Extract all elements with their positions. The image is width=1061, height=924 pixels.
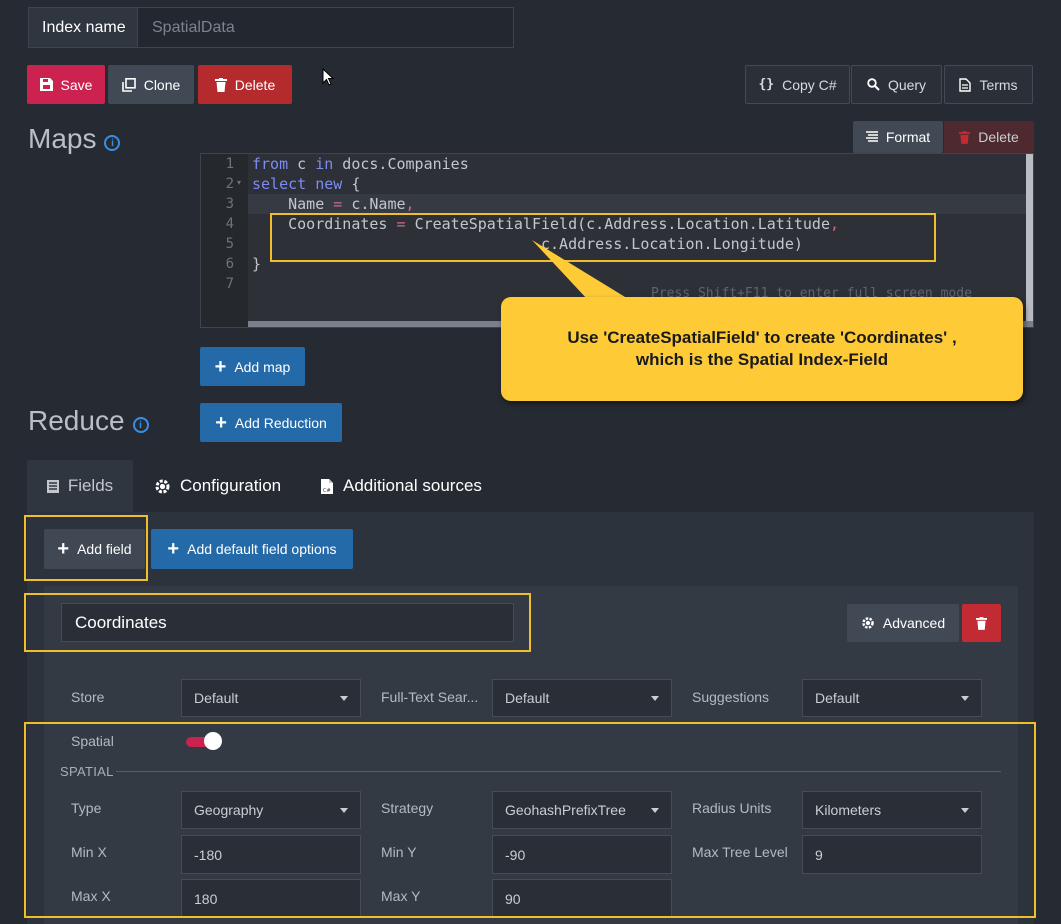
line-number: 7: [225, 276, 234, 292]
svg-text:C#: C#: [323, 488, 331, 494]
code-token: c: [288, 155, 316, 173]
line-number: 3: [225, 196, 234, 212]
add-default-field-options-button[interactable]: + Add default field options: [151, 529, 353, 569]
reduce-title: Reduce: [28, 405, 125, 436]
copy-csharp-button[interactable]: {} Copy C#: [745, 65, 850, 104]
document-icon: [959, 77, 972, 92]
keyword: from: [252, 155, 289, 173]
chevron-down-icon: [651, 695, 659, 701]
line-number: 4: [225, 216, 234, 232]
suggestions-value: Default: [815, 690, 860, 706]
code-token: Name: [252, 195, 325, 213]
keyword: select new: [252, 175, 343, 193]
add-default-label: Add default field options: [187, 541, 337, 557]
query-button[interactable]: Query: [851, 65, 942, 104]
index-name-input[interactable]: SpatialData: [137, 7, 514, 48]
search-icon: [867, 78, 880, 91]
tab-additional-sources[interactable]: C# Additional sources: [320, 460, 482, 512]
remove-field-button[interactable]: [962, 604, 1001, 642]
advanced-button[interactable]: Advanced: [847, 604, 959, 642]
code-token: c.Name: [351, 195, 406, 213]
trash-icon: [976, 616, 987, 630]
delete-map-label: Delete: [978, 129, 1019, 145]
callout-line-1: Use 'CreateSpatialField' to create 'Coor…: [567, 328, 957, 347]
code-token: {: [342, 175, 361, 193]
line-number: 6: [225, 256, 234, 272]
delete-map-button[interactable]: Delete: [944, 121, 1034, 153]
clone-button[interactable]: Clone: [108, 65, 194, 104]
store-label: Store: [71, 689, 105, 705]
reduce-section-title: Reduce i: [28, 405, 149, 437]
query-label: Query: [887, 76, 927, 93]
store-select[interactable]: Default: [181, 679, 361, 717]
format-icon: [865, 131, 878, 142]
terms-label: Terms: [979, 76, 1018, 93]
spatial-highlight-box: [24, 722, 1036, 918]
maps-title: Maps: [28, 123, 97, 154]
suggestions-select[interactable]: Default: [802, 679, 982, 717]
clone-label: Clone: [143, 76, 181, 93]
line-number: 1: [225, 156, 234, 172]
code-line-1: from c in docs.Companies: [252, 154, 839, 174]
info-icon[interactable]: i: [132, 417, 149, 433]
info-icon[interactable]: i: [104, 135, 121, 151]
line-number: 5: [225, 236, 234, 252]
add-map-label: Add map: [234, 358, 291, 375]
delete-label: Delete: [234, 76, 276, 93]
vertical-scrollbar[interactable]: [1026, 154, 1033, 321]
tab-configuration-label: Configuration: [180, 476, 282, 495]
chevron-down-icon: [340, 695, 348, 701]
tab-fields-label: Fields: [67, 476, 114, 495]
gear-icon: [155, 479, 170, 493]
plus-icon: +: [214, 355, 227, 378]
add-reduction-button[interactable]: + Add Reduction: [200, 403, 342, 442]
plus-icon: +: [215, 411, 227, 434]
add-map-button[interactable]: + Add map: [200, 347, 305, 386]
floppy-icon: [39, 78, 53, 91]
delete-index-button[interactable]: Delete: [198, 65, 292, 104]
callout-box: Use 'CreateSpatialField' to create 'Coor…: [501, 297, 1023, 401]
code-line-3: Name = c.Name,: [252, 194, 839, 214]
braces-icon: {}: [758, 77, 775, 92]
operator: =: [324, 195, 352, 213]
keyword: in: [315, 155, 334, 173]
save-label: Save: [60, 76, 93, 93]
save-button[interactable]: Save: [27, 65, 105, 104]
suggestions-label: Suggestions: [692, 689, 770, 705]
chevron-down-icon: [961, 695, 969, 701]
add-field-highlight-box: [24, 515, 148, 581]
tab-configuration[interactable]: Configuration: [154, 460, 281, 512]
format-button[interactable]: Format: [853, 121, 943, 153]
trash-icon: [959, 130, 971, 144]
maps-section-title: Maps i: [28, 123, 121, 155]
plus-icon: +: [167, 538, 180, 560]
operator: ,: [405, 195, 415, 213]
tab-sources-label: Additional sources: [343, 476, 482, 495]
callout-line-2: which is the Spatial Index-Field: [635, 350, 889, 369]
mouse-cursor-icon: [322, 68, 334, 86]
advanced-label: Advanced: [882, 615, 946, 631]
full-text-search-label: Full-Text Sear...: [381, 689, 479, 705]
terms-button[interactable]: Terms: [944, 65, 1033, 104]
callout-pointer: [532, 240, 630, 300]
clone-icon: [121, 77, 136, 92]
csharp-file-icon: C#: [321, 478, 333, 494]
format-label: Format: [885, 129, 931, 145]
gear-icon: [862, 617, 874, 629]
list-icon: [46, 479, 59, 493]
store-value: Default: [194, 690, 239, 706]
field-name-highlight-box: [24, 593, 531, 652]
tab-fields[interactable]: Fields: [27, 460, 133, 512]
add-reduction-label: Add Reduction: [234, 414, 327, 431]
fts-value: Default: [505, 690, 550, 706]
fold-caret-icon[interactable]: ▾: [237, 178, 241, 187]
copy-label: Copy C#: [782, 76, 837, 93]
index-name-label: Index name: [28, 7, 138, 48]
code-token: docs.Companies: [333, 155, 469, 173]
trash-icon: [214, 77, 227, 92]
code-line-2: select new {: [252, 174, 839, 194]
full-text-search-select[interactable]: Default: [492, 679, 672, 717]
